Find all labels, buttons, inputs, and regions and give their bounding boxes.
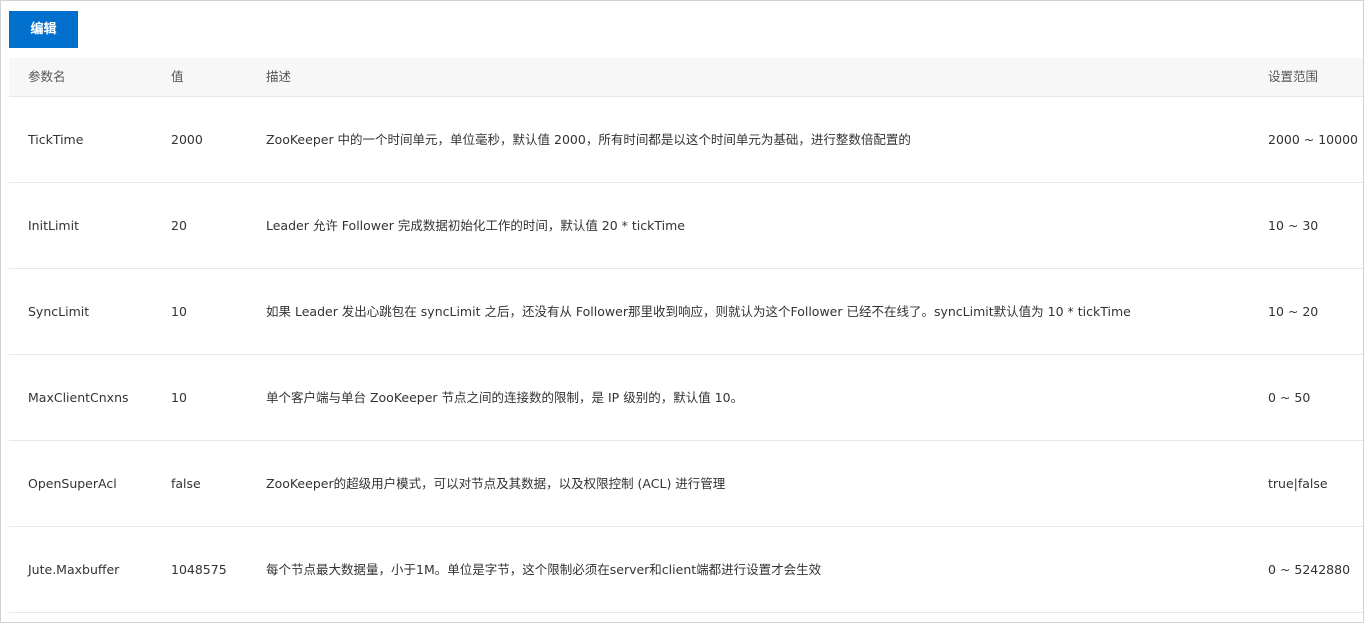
param-name: InitLimit: [28, 218, 79, 233]
header-name: 参数名: [28, 69, 66, 84]
param-description: 如果 Leader 发出心跳包在 syncLimit 之后，还没有从 Follo…: [266, 304, 1131, 319]
param-range: 0 ~ 5242880: [1268, 562, 1351, 577]
param-description: 每个节点最大数据量，小于1M。单位是字节，这个限制必须在server和clien…: [266, 562, 822, 577]
param-description: Leader 允许 Follower 完成数据初始化工作的时间，默认值 20 *…: [266, 218, 685, 233]
param-range: 2000 ~ 10000: [1268, 132, 1358, 147]
table-header: 参数名 值 描述 设置范围: [9, 58, 1363, 97]
param-value: 10: [171, 390, 187, 405]
table-row: Jute.Maxbuffer 1048575 每个节点最大数据量，小于1M。单位…: [9, 527, 1363, 613]
config-panel: 编辑 参数名 值 描述 设置范围 TickTime 2000 ZooKeeper…: [0, 0, 1364, 623]
param-name: TickTime: [28, 132, 84, 147]
edit-button[interactable]: 编辑: [9, 11, 78, 48]
header-value: 值: [171, 69, 184, 84]
param-value: false: [171, 476, 201, 491]
param-value: 2000: [171, 132, 203, 147]
param-range: 10 ~ 20: [1268, 304, 1319, 319]
parameters-table: 参数名 值 描述 设置范围 TickTime 2000 ZooKeeper 中的…: [9, 58, 1363, 613]
header-description: 描述: [266, 69, 292, 84]
table-row: InitLimit 20 Leader 允许 Follower 完成数据初始化工…: [9, 183, 1363, 269]
param-value: 1048575: [171, 562, 227, 577]
param-name: Jute.Maxbuffer: [28, 562, 120, 577]
param-value: 20: [171, 218, 187, 233]
param-name: OpenSuperAcl: [28, 476, 117, 491]
param-range: 0 ~ 50: [1268, 390, 1311, 405]
header-range: 设置范围: [1268, 69, 1319, 84]
param-description: 单个客户端与单台 ZooKeeper 节点之间的连接数的限制，是 IP 级别的，…: [266, 390, 744, 405]
param-name: MaxClientCnxns: [28, 390, 129, 405]
table-row: OpenSuperAcl false ZooKeeper的超级用户模式，可以对节…: [9, 441, 1363, 527]
param-description: ZooKeeper的超级用户模式，可以对节点及其数据，以及权限控制 (ACL) …: [266, 476, 726, 491]
table-row: SyncLimit 10 如果 Leader 发出心跳包在 syncLimit …: [9, 269, 1363, 355]
param-description: ZooKeeper 中的一个时间单元，单位毫秒，默认值 2000，所有时间都是以…: [266, 132, 911, 147]
table-row: MaxClientCnxns 10 单个客户端与单台 ZooKeeper 节点之…: [9, 355, 1363, 441]
table-row: TickTime 2000 ZooKeeper 中的一个时间单元，单位毫秒，默认…: [9, 97, 1363, 183]
param-range: 10 ~ 30: [1268, 218, 1319, 233]
param-range: true|false: [1268, 476, 1328, 491]
param-name: SyncLimit: [28, 304, 90, 319]
param-value: 10: [171, 304, 187, 319]
